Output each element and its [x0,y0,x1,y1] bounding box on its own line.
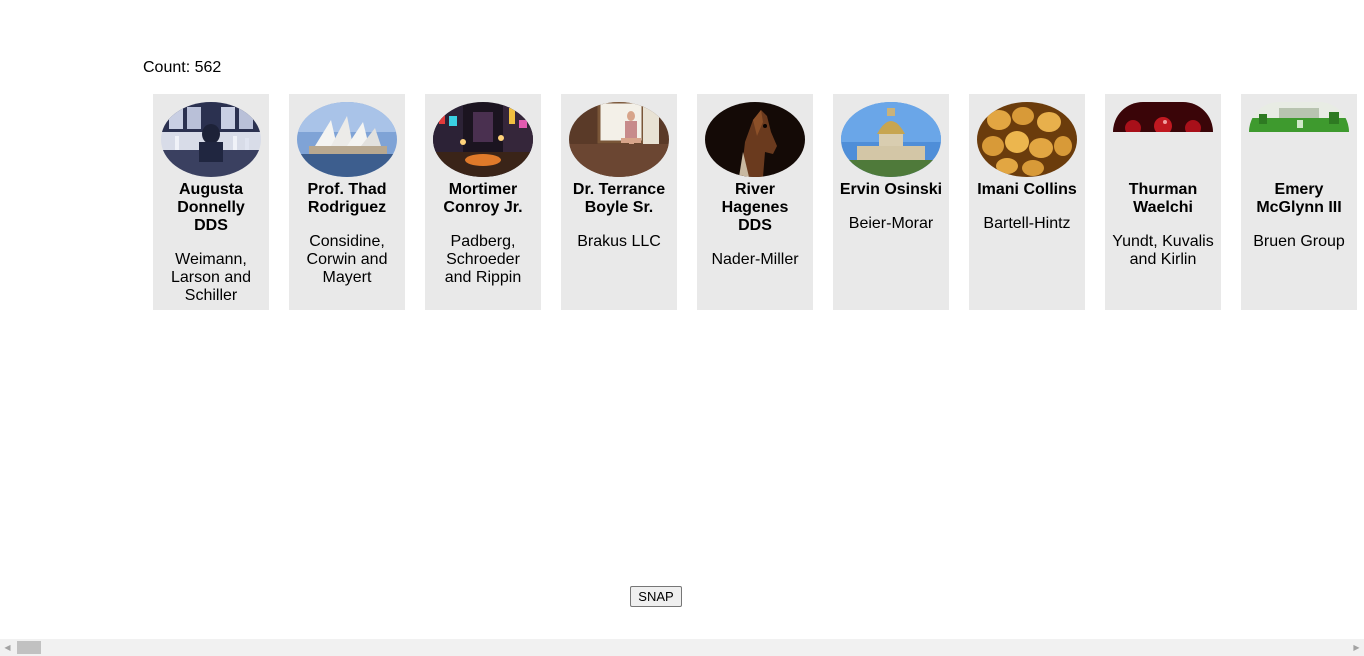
scroll-right-arrow-icon[interactable]: ▶ [1349,639,1364,656]
person-name: Ervin Osinski [839,181,943,198]
horse-photo [705,102,805,177]
domed-building-photo [841,102,941,177]
horizontal-scrollbar[interactable]: ◀ ▶ [0,639,1364,656]
person-card[interactable]: Mortimer Conroy Jr. Padberg, Schroeder a… [425,94,541,310]
person-name: River Hagenes DDS [721,181,789,234]
card-list: Augusta Donnelly DDS Weimann, Larson and… [153,94,1357,310]
company-name: Considine, Corwin and Mayert [306,233,388,286]
company-name: Brakus LLC [577,233,661,250]
company-name: Weimann, Larson and Schiller [170,251,252,304]
snap-button[interactable]: SNAP [630,586,682,607]
person-name: Mortimer Conroy Jr. [443,181,523,216]
person-card[interactable]: Thurman Waelchi Yundt, Kuvalis and Kirli… [1105,94,1221,310]
count-label: Count: 562 [143,59,222,76]
person-name: Thurman Waelchi [1128,181,1198,216]
sydney-opera-house-photo [297,102,397,177]
person-card[interactable]: Emery McGlynn III Bruen Group [1241,94,1357,310]
potatoes-photo [977,102,1077,177]
garden-photo [1249,102,1349,132]
company-name: Beier-Morar [848,215,934,232]
company-name: Bartell-Hintz [983,215,1071,232]
person-name: Emery McGlynn III [1256,181,1342,216]
woman-in-window-photo [569,102,669,177]
person-name: Dr. Terrance Boyle Sr. [572,181,666,216]
scroll-left-arrow-icon[interactable]: ◀ [0,639,15,656]
person-name: Augusta Donnelly DDS [177,181,245,234]
bartender-photo [161,102,261,177]
person-name: Imani Collins [977,181,1077,198]
person-card[interactable]: Imani Collins Bartell-Hintz [969,94,1085,310]
company-name: Nader-Miller [711,251,799,268]
person-name: Prof. Thad Rodriguez [307,181,387,216]
red-fruit-photo [1113,102,1213,132]
company-name: Padberg, Schroeder and Rippin [444,233,522,286]
scrollbar-thumb[interactable] [17,641,41,654]
person-card[interactable]: Dr. Terrance Boyle Sr. Brakus LLC [561,94,677,310]
person-card[interactable]: Prof. Thad Rodriguez Considine, Corwin a… [289,94,405,310]
person-card[interactable]: Augusta Donnelly DDS Weimann, Larson and… [153,94,269,310]
page: Count: 562 Augusta Donnelly DDS Weimann,… [0,0,1364,639]
person-card[interactable]: River Hagenes DDS Nader-Miller [697,94,813,310]
night-city-street-photo [433,102,533,177]
company-name: Bruen Group [1253,233,1345,250]
person-card[interactable]: Ervin Osinski Beier-Morar [833,94,949,310]
company-name: Yundt, Kuvalis and Kirlin [1112,233,1214,268]
